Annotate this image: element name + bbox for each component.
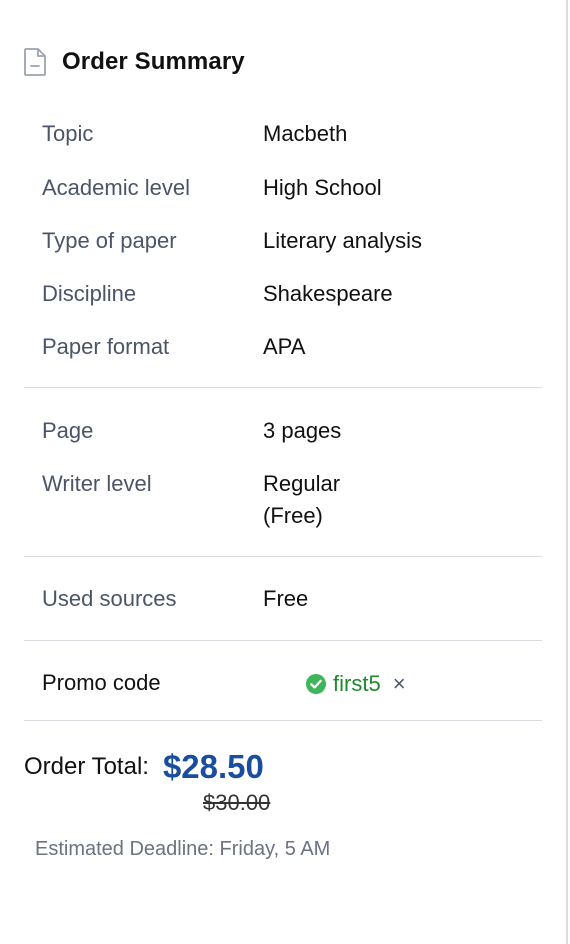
page-title: Order Summary [62, 48, 245, 75]
option-value: Regular (Free) [263, 468, 340, 532]
detail-value: Shakespeare [263, 281, 393, 306]
detail-value: Macbeth [263, 121, 348, 146]
promo-code-label: Promo code [42, 670, 161, 695]
detail-row-topic: Topic Macbeth [42, 118, 542, 150]
divider [24, 640, 542, 641]
writer-level-price: (Free) [263, 503, 323, 528]
detail-label: Topic [42, 121, 94, 146]
order-total: Order Total: $28.50 [24, 748, 264, 786]
detail-label: Academic level [42, 175, 190, 200]
divider [24, 556, 542, 557]
promo-code-row: Promo code [42, 667, 542, 699]
original-price: $30.00 [203, 790, 271, 815]
detail-value: Literary analysis [263, 228, 422, 253]
detail-label: Discipline [42, 281, 137, 306]
detail-row-discipline: Discipline Shakespeare [42, 278, 542, 310]
option-row-used-sources: Used sources Free [42, 583, 542, 615]
divider [24, 720, 542, 721]
order-total-label: Order Total: [24, 753, 149, 780]
applied-promo: first5 × [305, 668, 406, 700]
order-summary-header: Order Summary [24, 48, 245, 76]
check-circle-icon [305, 673, 327, 695]
detail-row-academic-level: Academic level High School [42, 172, 542, 204]
divider [24, 387, 542, 388]
option-row-writer-level: Writer level Regular (Free) [42, 468, 542, 532]
close-icon[interactable]: × [393, 668, 406, 700]
option-label: Used sources [42, 586, 177, 611]
order-summary-panel: Order Summary Topic Macbeth Academic lev… [0, 0, 568, 944]
option-value: 3 pages [263, 418, 342, 443]
option-label: Page [42, 418, 94, 443]
detail-value: High School [263, 175, 382, 200]
option-row-page: Page 3 pages [42, 415, 542, 447]
detail-label: Paper format [42, 334, 170, 359]
detail-row-paper-format: Paper format APA [42, 331, 542, 363]
document-icon [24, 48, 46, 76]
detail-row-type-of-paper: Type of paper Literary analysis [42, 225, 542, 257]
order-total-price: $28.50 [162, 748, 264, 785]
promo-code-value: first5 [333, 671, 381, 696]
estimated-deadline: Estimated Deadline: Friday, 5 AM [35, 838, 331, 860]
option-label: Writer level [42, 471, 152, 496]
option-value: Free [263, 586, 309, 611]
writer-level-value: Regular [263, 471, 341, 496]
detail-value: APA [263, 334, 306, 359]
detail-label: Type of paper [42, 228, 177, 253]
